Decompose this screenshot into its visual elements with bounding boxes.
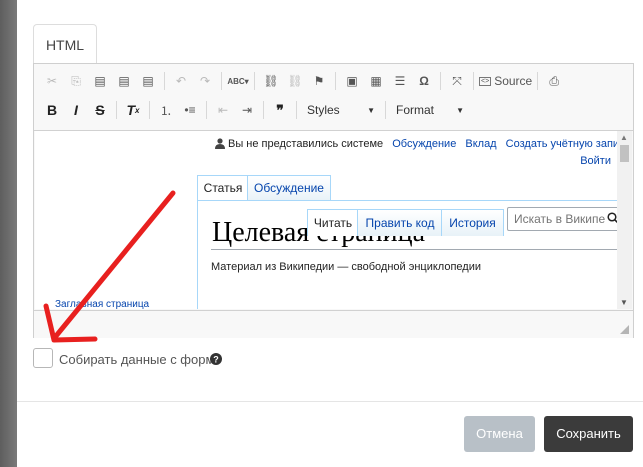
- format-label: Format: [396, 103, 435, 117]
- toolbar-separator: [263, 101, 264, 119]
- toolbar-separator: [116, 101, 117, 119]
- save-button[interactable]: Сохранить: [544, 416, 633, 452]
- source-icon: <>: [479, 76, 492, 86]
- toolbar-row-2: B I S Tx ⒈ •≡ ⇤ ⇥ ❞ Styles ▼ Format ▼: [40, 97, 470, 123]
- toolbar-separator: [335, 72, 336, 90]
- wiki-search-input[interactable]: [507, 207, 617, 231]
- tabs-divider: [197, 200, 617, 201]
- toolbar-separator: [164, 72, 165, 90]
- toolbar-separator: [221, 72, 222, 90]
- title-underline: [211, 249, 617, 250]
- copy-icon[interactable]: ⎘: [64, 70, 88, 92]
- paste-text-icon[interactable]: ▤: [112, 70, 136, 92]
- discussion-link[interactable]: Обсуждение: [392, 138, 456, 150]
- tagline: Материал из Википедии — свободной энцикл…: [211, 261, 481, 273]
- html-editor-dialog: HTML ✂ ⎘ ▤ ▤ ▤ ↶ ↷ ABC▾ ⛓ ⛓ ⚑ ▣ ▦ ☰ Ω ⤧ …: [17, 0, 643, 467]
- rich-text-editor: ✂ ⎘ ▤ ▤ ▤ ↶ ↷ ABC▾ ⛓ ⛓ ⚑ ▣ ▦ ☰ Ω ⤧ <> So…: [33, 63, 634, 338]
- numbered-list-icon[interactable]: ⒈: [154, 99, 178, 121]
- bold-button[interactable]: B: [40, 99, 64, 121]
- svg-text:?: ?: [213, 355, 219, 365]
- toolbar-separator: [537, 72, 539, 90]
- source-button[interactable]: <> Source: [478, 70, 533, 92]
- user-status: [215, 138, 225, 149]
- source-label: Source: [494, 74, 533, 88]
- toolbar-separator: [206, 101, 207, 119]
- help-icon[interactable]: ?: [210, 353, 222, 365]
- anchor-flag-icon[interactable]: ⚑: [307, 70, 331, 92]
- personal-tools: Вы не представились системе Обсуждение В…: [228, 138, 617, 150]
- blockquote-icon[interactable]: ❞: [268, 99, 292, 121]
- cut-icon[interactable]: ✂: [40, 70, 64, 92]
- maximize-icon[interactable]: ⤧: [445, 70, 469, 92]
- chevron-down-icon: ▼: [367, 105, 375, 115]
- create-account-link[interactable]: Создать учётную запись: [506, 138, 617, 150]
- scroll-down-icon[interactable]: ▼: [620, 298, 628, 307]
- link-icon[interactable]: ⛓: [259, 70, 283, 92]
- image-icon[interactable]: ▣: [340, 70, 364, 92]
- toolbar-separator: [440, 72, 441, 90]
- resize-handle-icon[interactable]: [620, 325, 629, 334]
- special-char-icon[interactable]: Ω: [412, 70, 436, 92]
- tab-history[interactable]: История: [441, 209, 504, 236]
- horizontal-rule-icon[interactable]: ☰: [388, 70, 412, 92]
- scroll-up-icon[interactable]: ▲: [620, 133, 628, 142]
- search-icon[interactable]: [607, 212, 617, 224]
- chevron-down-icon: ▼: [456, 105, 464, 115]
- styles-dropdown[interactable]: Styles ▼: [301, 99, 381, 121]
- login-link[interactable]: Войти: [580, 155, 611, 167]
- italic-button[interactable]: I: [64, 99, 88, 121]
- paste-icon[interactable]: ▤: [88, 70, 112, 92]
- collect-data-checkbox[interactable]: [33, 348, 53, 368]
- not-logged-in-text: Вы не представились системе: [228, 138, 384, 150]
- editor-content-area[interactable]: Вы не представились системе Обсуждение В…: [35, 131, 617, 309]
- table-icon[interactable]: ▦: [364, 70, 388, 92]
- toolbar-row-1: ✂ ⎘ ▤ ▤ ▤ ↶ ↷ ABC▾ ⛓ ⛓ ⚑ ▣ ▦ ☰ Ω ⤧ <> So…: [40, 68, 566, 94]
- scrollbar-thumb[interactable]: [620, 145, 629, 162]
- spellcheck-icon[interactable]: ABC▾: [226, 70, 250, 92]
- unlink-icon[interactable]: ⛓: [283, 70, 307, 92]
- paste-word-icon[interactable]: ▤: [136, 70, 160, 92]
- collect-data-label[interactable]: Собирать данные с форм: [59, 352, 214, 367]
- preview-icon[interactable]: ⎙: [542, 70, 566, 92]
- bulleted-list-icon[interactable]: •≡: [178, 99, 202, 121]
- footer-divider: [17, 401, 643, 402]
- toolbar-separator: [149, 101, 150, 119]
- outdent-icon[interactable]: ⇤: [211, 99, 235, 121]
- backdrop-edge: [0, 0, 17, 467]
- content-border: [197, 200, 198, 309]
- remove-format-button[interactable]: Tx: [121, 99, 145, 121]
- undo-icon[interactable]: ↶: [169, 70, 193, 92]
- tab-discussion[interactable]: Обсуждение: [247, 175, 331, 201]
- cancel-button[interactable]: Отмена: [464, 416, 535, 452]
- tab-read[interactable]: Читать: [307, 209, 359, 236]
- toolbar-separator: [473, 72, 474, 90]
- main-page-link[interactable]: Заглавная страница: [55, 299, 149, 309]
- styles-label: Styles: [307, 103, 340, 117]
- toolbar-separator: [385, 101, 386, 119]
- toolbar-separator: [254, 72, 255, 90]
- editor-statusbar: [34, 310, 633, 338]
- indent-icon[interactable]: ⇥: [235, 99, 259, 121]
- editor-toolbar: ✂ ⎘ ▤ ▤ ▤ ↶ ↷ ABC▾ ⛓ ⛓ ⚑ ▣ ▦ ☰ Ω ⤧ <> So…: [34, 64, 633, 131]
- strikethrough-button[interactable]: S: [88, 99, 112, 121]
- tab-edit-source[interactable]: Править код: [357, 209, 443, 236]
- contributions-link[interactable]: Вклад: [465, 138, 496, 150]
- tab-article[interactable]: Статья: [197, 175, 249, 201]
- format-dropdown[interactable]: Format ▼: [390, 99, 470, 121]
- editor-scrollbar[interactable]: ▲ ▼: [617, 131, 632, 309]
- redo-icon[interactable]: ↷: [193, 70, 217, 92]
- user-icon: [215, 138, 225, 149]
- toolbar-separator: [296, 101, 297, 119]
- tab-html[interactable]: HTML: [33, 24, 97, 65]
